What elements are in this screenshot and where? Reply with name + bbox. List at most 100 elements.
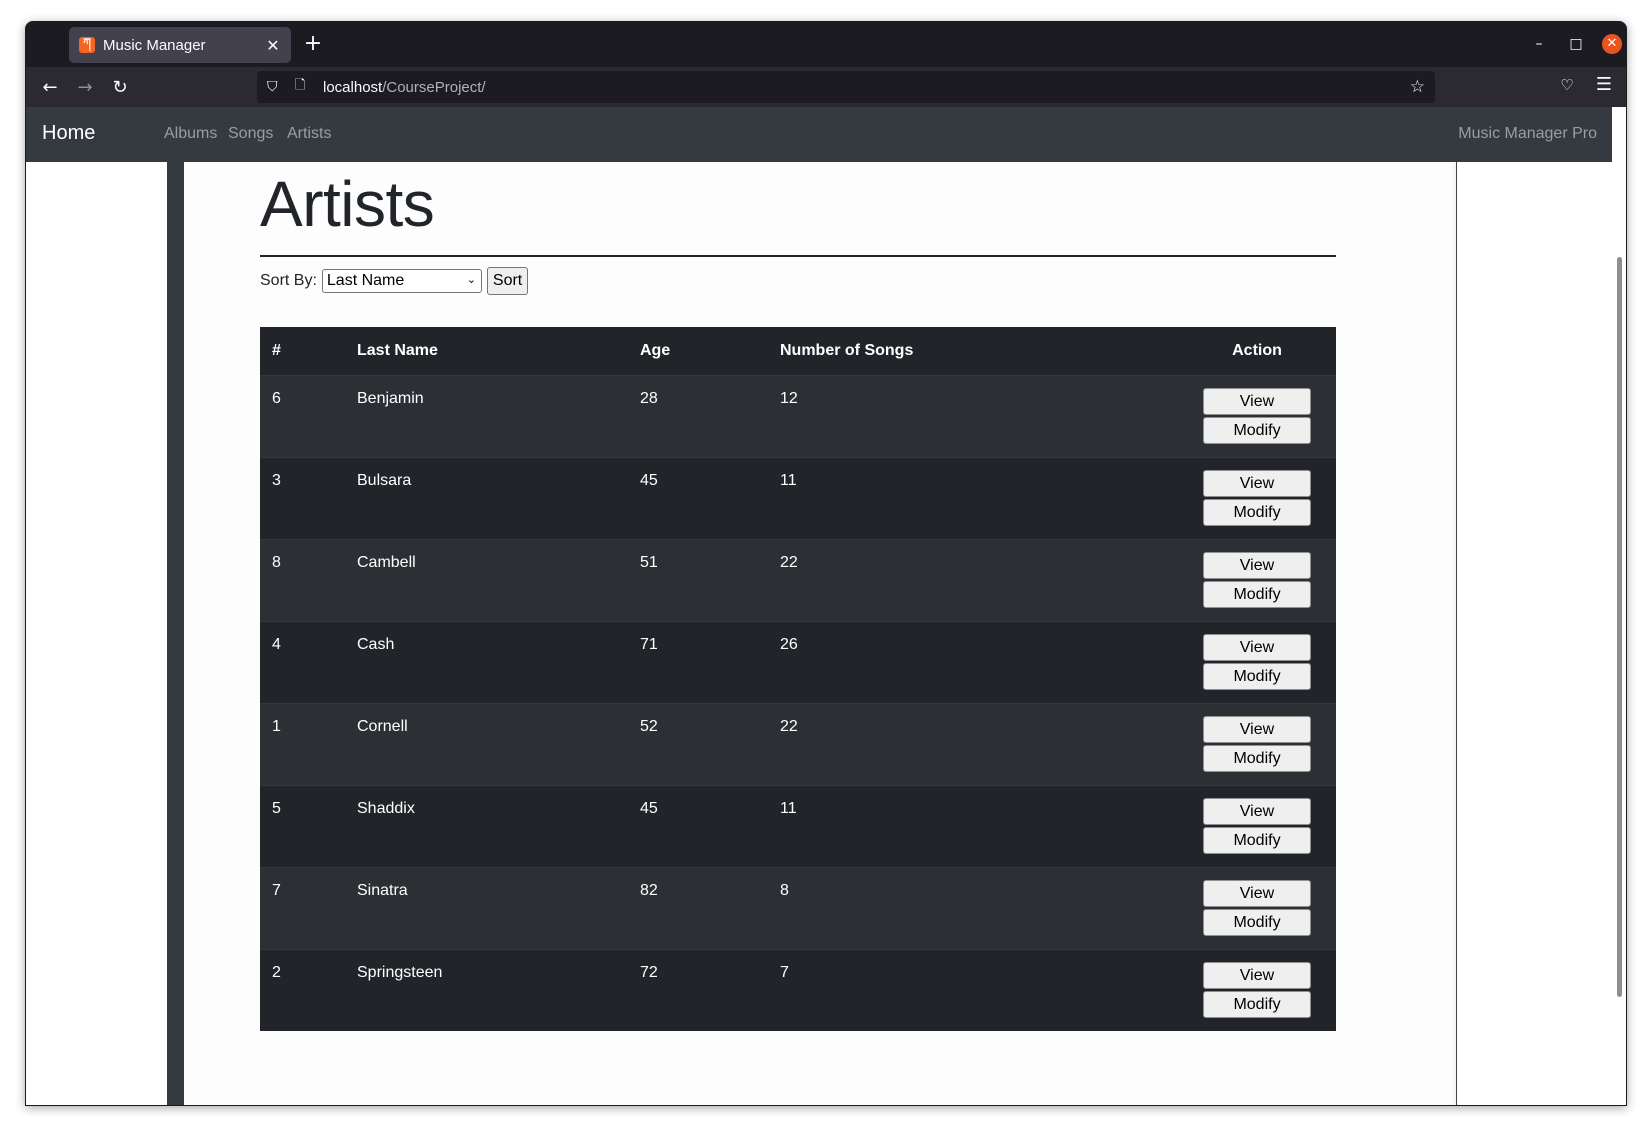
left-sidebar-bar — [167, 162, 184, 1105]
page-icon[interactable]: 🗋 — [295, 76, 313, 98]
nav-link-songs[interactable]: Songs — [228, 125, 273, 143]
view-button[interactable]: View — [1203, 551, 1311, 579]
reload-icon[interactable]: ↻ — [107, 75, 133, 101]
forward-icon[interactable]: → — [72, 75, 98, 101]
pocket-icon[interactable]: ♡ — [1556, 76, 1578, 94]
modify-button[interactable]: Modify — [1203, 416, 1311, 444]
browser-window: ཀ Music Manager ✕ + – □ ✕ ← → ↻ ⛉ 🗋 loca… — [25, 21, 1627, 1106]
cell-last-name: Benjamin — [345, 374, 628, 457]
cell-last-name: Bulsara — [345, 456, 628, 539]
header-id: # — [260, 327, 345, 376]
table-row: 3 Bulsara 45 11 View Modify — [260, 456, 1336, 539]
maximize-icon[interactable]: □ — [1566, 34, 1586, 54]
cell-last-name: Cambell — [345, 538, 628, 621]
cell-last-name: Shaddix — [345, 784, 628, 867]
modify-button[interactable]: Modify — [1203, 908, 1311, 936]
cell-age: 82 — [628, 866, 768, 949]
cell-songs: 12 — [768, 374, 1178, 457]
cell-id: 8 — [260, 538, 345, 621]
chevron-down-icon: ⌄ — [466, 273, 476, 286]
tab-bar: ཀ Music Manager ✕ + – □ ✕ — [26, 22, 1626, 67]
table-row: 8 Cambell 51 22 View Modify — [260, 538, 1336, 621]
home-link[interactable]: Home — [42, 122, 95, 145]
modify-button[interactable]: Modify — [1203, 826, 1311, 854]
cell-age: 45 — [628, 784, 768, 867]
view-button[interactable]: View — [1203, 387, 1311, 415]
browser-toolbar: ← → ↻ ⛉ 🗋 localhost/CourseProject/ ☆ ♡ ☰ — [26, 67, 1626, 107]
cell-id: 3 — [260, 456, 345, 539]
table-row: 5 Shaddix 45 11 View Modify — [260, 784, 1336, 867]
nav-link-albums[interactable]: Albums — [164, 125, 217, 143]
scrollbar-thumb[interactable] — [1617, 257, 1622, 997]
view-button[interactable]: View — [1203, 961, 1311, 989]
table-row: 2 Springsteen 72 7 View Modify — [260, 948, 1336, 1031]
cell-songs: 7 — [768, 948, 1178, 1031]
bookmark-star-icon[interactable]: ☆ — [1410, 77, 1425, 97]
hamburger-menu-icon[interactable]: ☰ — [1593, 74, 1615, 95]
cell-age: 45 — [628, 456, 768, 539]
artists-table: # Last Name Age Number of Songs Action 6… — [260, 327, 1336, 1031]
cell-action: View Modify — [1178, 374, 1336, 457]
header-action: Action — [1178, 327, 1336, 376]
cell-songs: 22 — [768, 538, 1178, 621]
nav-link-artists[interactable]: Artists — [287, 125, 331, 143]
cell-action: View Modify — [1178, 702, 1336, 785]
page-title: Artists — [260, 168, 435, 240]
cell-last-name: Cash — [345, 620, 628, 703]
cell-id: 4 — [260, 620, 345, 703]
view-button[interactable]: View — [1203, 715, 1311, 743]
content-border — [1456, 162, 1457, 1105]
cell-songs: 8 — [768, 866, 1178, 949]
site-navbar: Home Albums Songs Artists Music Manager … — [26, 107, 1612, 162]
view-button[interactable]: View — [1203, 633, 1311, 661]
new-tab-icon[interactable]: + — [301, 32, 325, 56]
table-header-row: # Last Name Age Number of Songs Action — [260, 327, 1336, 376]
cell-songs: 11 — [768, 456, 1178, 539]
sort-button[interactable]: Sort — [486, 267, 529, 295]
cell-action: View Modify — [1178, 948, 1336, 1031]
header-age: Age — [628, 327, 768, 376]
close-window-icon[interactable]: ✕ — [1602, 34, 1622, 54]
cell-age: 52 — [628, 702, 768, 785]
modify-button[interactable]: Modify — [1203, 744, 1311, 772]
cell-id: 2 — [260, 948, 345, 1031]
cell-action: View Modify — [1178, 456, 1336, 539]
modify-button[interactable]: Modify — [1203, 662, 1311, 690]
cell-id: 6 — [260, 374, 345, 457]
header-last-name: Last Name — [345, 327, 628, 376]
modify-button[interactable]: Modify — [1203, 580, 1311, 608]
cell-songs: 11 — [768, 784, 1178, 867]
cell-id: 7 — [260, 866, 345, 949]
table-row: 4 Cash 71 26 View Modify — [260, 620, 1336, 703]
site-tagline: Music Manager Pro — [1458, 125, 1597, 142]
cell-songs: 26 — [768, 620, 1178, 703]
cell-action: View Modify — [1178, 538, 1336, 621]
modify-button[interactable]: Modify — [1203, 498, 1311, 526]
url-path: /CourseProject/ — [382, 78, 486, 96]
view-button[interactable]: View — [1203, 879, 1311, 907]
shield-icon[interactable]: ⛉ — [267, 79, 285, 95]
browser-tab[interactable]: ཀ Music Manager ✕ — [69, 27, 291, 63]
minimize-icon[interactable]: – — [1529, 34, 1549, 54]
xampp-icon: ཀ — [79, 36, 95, 53]
modify-button[interactable]: Modify — [1203, 990, 1311, 1018]
table-row: 7 Sinatra 82 8 View Modify — [260, 866, 1336, 949]
cell-id: 5 — [260, 784, 345, 867]
close-tab-icon[interactable]: ✕ — [265, 36, 281, 55]
cell-last-name: Cornell — [345, 702, 628, 785]
cell-action: View Modify — [1178, 784, 1336, 867]
view-button[interactable]: View — [1203, 469, 1311, 497]
sort-selected-value: Last Name — [326, 272, 405, 289]
table-row: 6 Benjamin 28 12 View Modify — [260, 374, 1336, 457]
sort-label: Sort By: — [260, 272, 317, 289]
cell-action: View Modify — [1178, 620, 1336, 703]
table-row: 1 Cornell 52 22 View Modify — [260, 702, 1336, 785]
url-bar[interactable]: ⛉ 🗋 localhost/CourseProject/ ☆ — [257, 71, 1435, 103]
tab-title: Music Manager — [103, 36, 206, 54]
sort-select[interactable]: Last Name ⌄ — [321, 269, 482, 293]
cell-last-name: Sinatra — [345, 866, 628, 949]
cell-songs: 22 — [768, 702, 1178, 785]
page-viewport: Home Albums Songs Artists Music Manager … — [26, 107, 1626, 1105]
view-button[interactable]: View — [1203, 797, 1311, 825]
back-icon[interactable]: ← — [37, 75, 63, 101]
